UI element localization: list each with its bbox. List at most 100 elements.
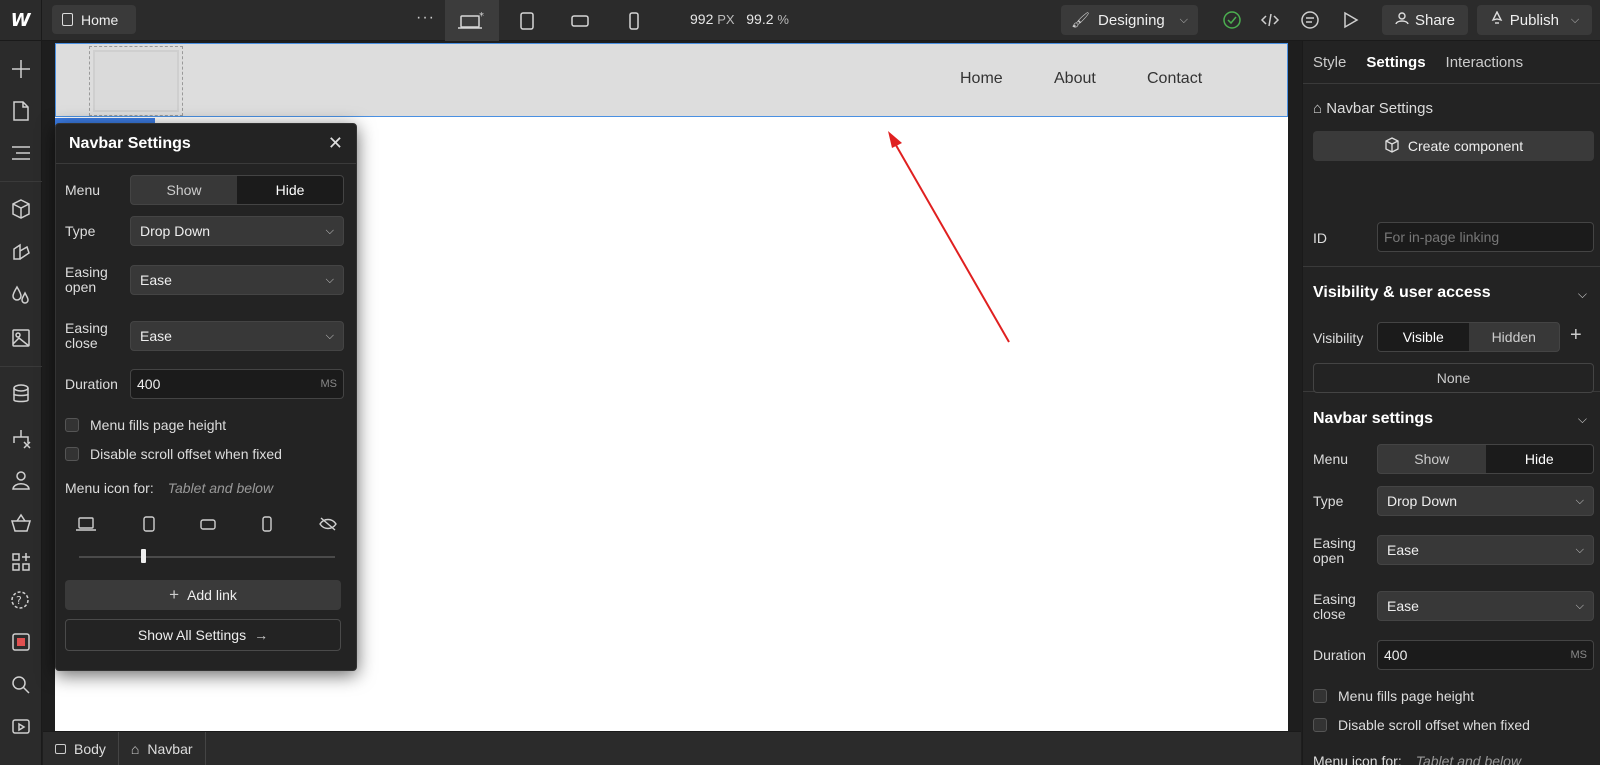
phone-landscape-icon[interactable] [197,515,219,533]
video-tutorials-icon[interactable] [8,713,34,739]
nav-link-home[interactable]: Home [960,70,1003,88]
menu-icon-label: Menu icon for: [1313,753,1402,765]
assets-image-icon[interactable] [8,325,34,351]
scroll-offset-checkbox[interactable] [65,447,79,461]
preview-play-icon[interactable] [1339,9,1361,31]
scroll-offset-checkbox-row[interactable]: Disable scroll offset when fixed [1313,717,1530,733]
cube-icon [1384,136,1400,156]
users-icon[interactable] [8,467,34,493]
tab-interactions[interactable]: Interactions [1446,54,1524,71]
nav-link-about[interactable]: About [1054,70,1096,88]
publish-label: Publish [1509,11,1559,29]
navbar-element[interactable]: Home About Contact [55,43,1288,117]
add-element-icon[interactable] [8,56,34,82]
duration-value: 400 [1384,647,1408,663]
duration-input[interactable]: 400 MS [130,369,344,399]
fills-page-checkbox-row[interactable]: Menu fills page height [65,417,226,433]
menu-show-option[interactable]: Show [131,176,237,204]
add-link-button[interactable]: + Add link [65,580,341,610]
phone-portrait-icon[interactable] [256,515,278,533]
close-icon[interactable]: ✕ [328,133,343,154]
publish-button[interactable]: Publish ⌵ [1477,5,1592,35]
menu-hide-option[interactable]: Hide [1485,445,1593,473]
webflow-logo[interactable]: W [0,0,42,41]
phone-portrait-icon [629,11,639,30]
create-component-button[interactable]: Create component [1313,131,1594,161]
apps-icon[interactable] [8,549,34,575]
navbar-brand[interactable] [89,46,183,116]
navigator-icon[interactable] [8,140,34,166]
fills-page-checkbox[interactable] [1313,689,1327,703]
right-settings-panel: Style Settings Interactions ⌂ Navbar Set… [1302,41,1600,765]
menu-toggle[interactable]: Show Hide [130,175,344,205]
breakpoint-landscape-button[interactable] [553,0,607,41]
desktop-icon[interactable] [75,515,97,533]
tab-settings[interactable]: Settings [1366,54,1425,71]
page-selector-button[interactable]: Home [52,5,136,34]
nav-link-contact[interactable]: Contact [1147,70,1202,88]
cms-database-icon[interactable] [8,381,34,407]
variables-drops-icon[interactable] [8,282,34,308]
type-select[interactable]: Drop Down ⌵ [1377,486,1594,516]
popover-header: Navbar Settings ✕ [56,124,356,164]
status-check-icon[interactable] [1221,9,1243,31]
id-label: ID [1313,230,1327,246]
fills-page-checkbox-row[interactable]: Menu fills page height [1313,688,1474,704]
duration-unit: MS [320,378,338,390]
components-icon[interactable] [8,196,34,222]
easing-close-select[interactable]: Ease ⌵ [1377,591,1594,621]
element-settings-section: ⌂ Navbar Settings Create component ID Fo… [1303,84,1600,267]
visible-option[interactable]: Visible [1378,323,1469,351]
chevron-down-icon[interactable]: ⌵ [1578,412,1587,427]
search-icon[interactable] [8,672,34,698]
show-all-settings-button[interactable]: Show All Settings → [65,619,341,651]
breadcrumb-body[interactable]: Body [43,731,119,765]
menu-toggle[interactable]: Show Hide [1377,444,1594,474]
menu-icon-label: Menu icon for: [65,480,154,496]
easing-open-select[interactable]: Ease ⌵ [130,265,344,295]
duration-input[interactable]: 400 MS [1377,640,1594,670]
scroll-offset-checkbox[interactable] [1313,718,1327,732]
more-options-icon[interactable]: ··· [416,9,435,27]
fills-page-checkbox[interactable] [65,418,79,432]
menu-hide-option[interactable]: Hide [237,176,343,204]
easing-close-select[interactable]: Ease ⌵ [130,321,344,351]
type-select[interactable]: Drop Down ⌵ [130,216,344,246]
styles-icon[interactable] [8,239,34,265]
breakpoint-tablet-button[interactable] [500,0,554,41]
help-icon[interactable]: ? [8,586,34,612]
hidden-option[interactable]: Hidden [1469,323,1560,351]
menu-show-option[interactable]: Show [1378,445,1486,473]
record-stop-icon[interactable] [8,629,34,655]
scroll-offset-label: Disable scroll offset when fixed [1338,717,1530,733]
access-value: None [1436,370,1471,386]
eye-off-icon[interactable] [317,515,339,533]
breadcrumb-navbar[interactable]: ⌂ Navbar [119,731,206,765]
visibility-heading[interactable]: Visibility & user access [1313,284,1491,302]
easing-close-label: Easing close [1313,591,1356,622]
menu-icon-slider-track[interactable] [79,556,335,558]
visibility-toggle[interactable]: Visible Hidden [1377,322,1560,352]
navbar-settings-heading[interactable]: Navbar settings [1313,410,1433,428]
menu-icon-slider-thumb[interactable] [141,549,146,563]
menu-label: Menu [1313,451,1349,467]
breakpoint-portrait-button[interactable] [607,0,661,41]
id-input[interactable]: For in-page linking [1377,222,1594,252]
access-field[interactable]: None [1313,363,1594,393]
chevron-down-icon[interactable]: ⌵ [1578,287,1587,302]
phone-landscape-icon [571,14,589,27]
element-crumb: ⌂ Navbar Settings [1313,101,1433,116]
scroll-offset-checkbox-row[interactable]: Disable scroll offset when fixed [65,446,282,462]
comments-icon[interactable] [1299,9,1321,31]
easing-open-select[interactable]: Ease ⌵ [1377,535,1594,565]
code-icon[interactable] [1259,9,1281,31]
tablet-icon[interactable] [138,515,160,533]
ecommerce-basket-icon[interactable] [8,510,34,536]
tab-style[interactable]: Style [1313,54,1346,71]
share-button[interactable]: Share [1382,5,1468,35]
plus-icon[interactable]: + [1570,324,1582,347]
breakpoint-desktop-button[interactable]: * [445,0,499,41]
pages-icon[interactable] [8,98,34,124]
designing-mode-button[interactable]: 🖌︎ Designing ⌵ [1061,5,1198,35]
logic-flow-icon[interactable] [8,425,34,451]
